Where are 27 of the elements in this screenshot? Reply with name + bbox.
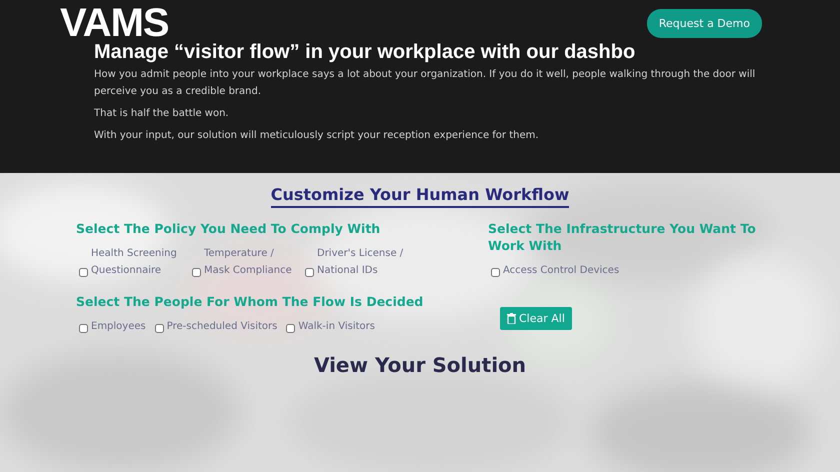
option-label: Employees xyxy=(91,320,146,334)
option-label: Temperature / Mask Compliance xyxy=(204,247,293,278)
option-label: Health Screening Questionnaire xyxy=(91,247,178,278)
clear-all-button[interactable]: Clear All xyxy=(500,307,572,330)
option-label: Driver's License / National IDs xyxy=(317,247,404,278)
checkbox[interactable] xyxy=(305,268,314,277)
section-title: Customize Your Human Workflow xyxy=(270,185,570,208)
group-heading: Select The Infrastructure You Want To Work With xyxy=(488,220,757,254)
option-label: Walk-in Visitors xyxy=(298,320,375,334)
solution-title: View Your Solution xyxy=(314,353,526,377)
option-label: Pre-scheduled Visitors xyxy=(166,320,278,334)
logo[interactable]: VAMS xyxy=(60,8,169,38)
trash-icon xyxy=(507,313,516,324)
intro-paragraph: How you admit people into your workplace says a lot about your organization. If you do it well, people walking through the door will perceive you as a credible brand. xyxy=(94,68,756,99)
group-heading: Select The Policy You Need To Comply With xyxy=(76,220,382,237)
page-heading: Manage “visitor flow” in your workplace with our dashbo xyxy=(94,40,636,64)
intro-paragraph: With your input, our solution will meticulously script your reception experience for them. xyxy=(94,129,540,143)
checkbox[interactable] xyxy=(286,324,296,333)
checkbox[interactable] xyxy=(192,268,201,277)
checkbox[interactable] xyxy=(154,324,164,333)
option-label: Access Control Devices xyxy=(503,264,620,278)
request-demo-button[interactable]: Request a Demo xyxy=(646,8,762,38)
checkbox[interactable] xyxy=(491,268,500,277)
intro-paragraph: That is half the battle won. xyxy=(94,107,230,121)
checkbox[interactable] xyxy=(79,324,88,333)
checkbox[interactable] xyxy=(79,268,88,277)
group-heading: Select The People For Whom The Flow Is Decided xyxy=(76,293,424,310)
